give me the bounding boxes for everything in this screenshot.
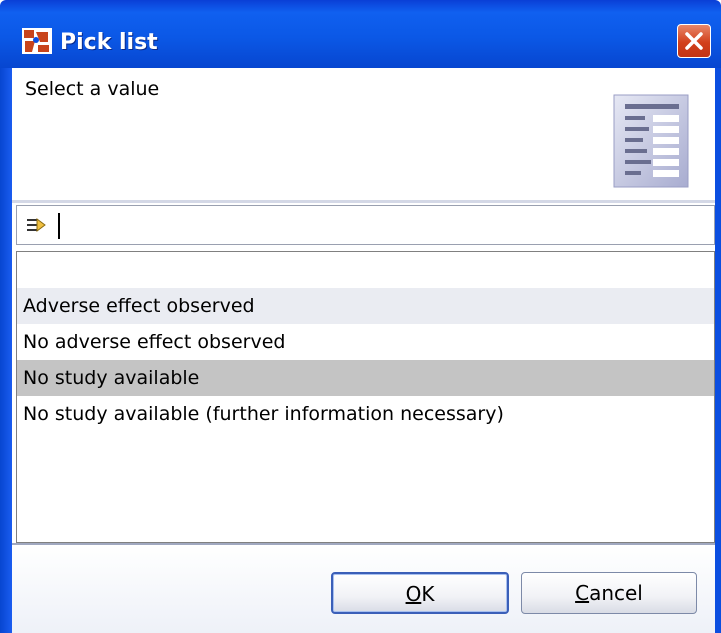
dialog-header: Select a value (12, 68, 715, 200)
list-item-no-study-available-further-info[interactable]: No study available (further information … (17, 396, 714, 432)
cancel-label-rest: ancel (589, 581, 643, 605)
list-item-adverse-effect-observed[interactable]: Adverse effect observed (17, 288, 714, 324)
window-frame-right (715, 68, 721, 633)
filter-arrow-icon (27, 218, 46, 232)
cancel-button[interactable]: Cancel (521, 572, 697, 614)
dialog-footer: OK Cancel (12, 543, 715, 633)
value-list[interactable]: Adverse effect observed No adverse effec… (16, 251, 715, 543)
title-bar[interactable]: Pick list (0, 0, 721, 68)
close-icon (685, 32, 703, 50)
header-divider (12, 200, 715, 203)
text-caret (58, 213, 60, 239)
app-logo-icon (22, 28, 52, 54)
list-item-no-study-available[interactable]: No study available (17, 360, 714, 396)
list-item-no-adverse-effect-observed[interactable]: No adverse effect observed (17, 324, 714, 360)
cancel-mnemonic: C (575, 581, 590, 605)
filter-input[interactable] (57, 211, 697, 239)
document-form-icon (613, 94, 689, 188)
ok-label-rest: K (421, 582, 435, 606)
window-title: Pick list (60, 30, 158, 55)
pick-list-dialog: Pick list Select a value Adverse effect … (0, 0, 721, 633)
list-item-empty[interactable] (17, 252, 714, 288)
filter-box[interactable] (16, 205, 715, 245)
close-button[interactable] (677, 24, 711, 58)
prompt-text: Select a value (25, 78, 160, 100)
window-frame-left (0, 68, 12, 633)
ok-mnemonic: O (405, 582, 422, 606)
ok-button[interactable]: OK (331, 572, 509, 614)
